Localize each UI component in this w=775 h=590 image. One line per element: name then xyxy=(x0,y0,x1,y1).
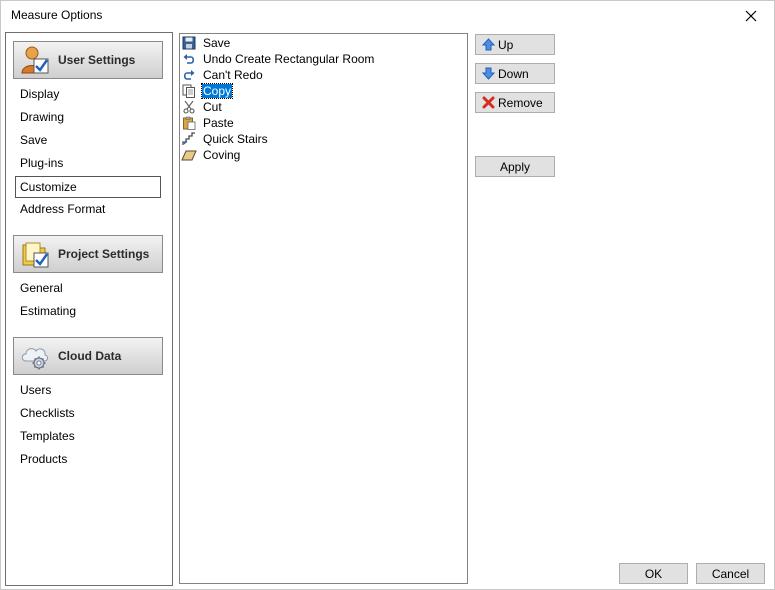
command-label: Save xyxy=(203,36,231,50)
measure-options-dialog: Measure Options User Settings Display Dr… xyxy=(0,0,775,590)
command-label: Can't Redo xyxy=(203,68,263,82)
section-label-cloud-data: Cloud Data xyxy=(58,349,122,363)
close-button[interactable] xyxy=(728,1,774,31)
ok-button-label: OK xyxy=(644,566,663,581)
command-label: Coving xyxy=(203,148,241,162)
list-item-quick-stairs[interactable]: Quick Stairs xyxy=(181,131,269,147)
command-label: Copy xyxy=(200,83,234,99)
nav-item-customize[interactable]: Customize xyxy=(15,176,161,198)
ok-button[interactable]: OK xyxy=(619,563,688,584)
nav-item-plug-ins[interactable]: Plug-ins xyxy=(20,153,63,173)
list-item-copy[interactable]: Copy xyxy=(181,83,234,99)
nav-item-drawing[interactable]: Drawing xyxy=(20,107,64,127)
section-label-project-settings: Project Settings xyxy=(58,247,150,261)
nav-item-users[interactable]: Users xyxy=(20,380,51,400)
arrow-up-icon xyxy=(481,38,495,52)
nav-item-templates[interactable]: Templates xyxy=(20,426,75,446)
up-button[interactable]: Up xyxy=(475,34,555,55)
stairs-icon xyxy=(181,131,197,147)
list-item-save[interactable]: Save xyxy=(181,35,231,51)
cloud-gear-icon xyxy=(18,339,52,373)
nav-item-checklists[interactable]: Checklists xyxy=(20,403,75,423)
command-label: Cut xyxy=(203,100,222,114)
apply-button[interactable]: Apply xyxy=(475,156,555,177)
section-header-project-settings[interactable]: Project Settings xyxy=(13,235,163,273)
remove-button-label: Remove xyxy=(498,95,543,110)
nav-item-products[interactable]: Products xyxy=(20,449,67,469)
scissors-icon xyxy=(181,99,197,115)
close-icon xyxy=(745,10,757,22)
coving-icon xyxy=(181,147,197,163)
floppy-disk-icon xyxy=(181,35,197,51)
window-title: Measure Options xyxy=(11,8,103,22)
section-header-cloud-data[interactable]: Cloud Data xyxy=(13,337,163,375)
title-bar: Measure Options xyxy=(1,1,774,31)
down-button[interactable]: Down xyxy=(475,63,555,84)
cancel-button[interactable]: Cancel xyxy=(696,563,765,584)
arrow-down-icon xyxy=(481,67,495,81)
list-item-redo[interactable]: Can't Redo xyxy=(181,67,264,83)
folder-check-icon xyxy=(18,237,52,271)
section-label-user-settings: User Settings xyxy=(58,53,136,67)
paste-icon xyxy=(181,115,197,131)
remove-button[interactable]: Remove xyxy=(475,92,555,113)
command-label: Quick Stairs xyxy=(203,132,268,146)
nav-item-address-format[interactable]: Address Format xyxy=(20,199,105,219)
settings-nav-panel: User Settings Display Drawing Save Plug-… xyxy=(5,32,173,586)
list-item-cut[interactable]: Cut xyxy=(181,99,223,115)
up-button-label: Up xyxy=(498,37,514,52)
down-button-label: Down xyxy=(498,66,529,81)
red-x-icon xyxy=(481,96,495,110)
nav-item-general[interactable]: General xyxy=(20,278,63,298)
list-item-undo[interactable]: Undo Create Rectangular Room xyxy=(181,51,375,67)
user-check-icon xyxy=(18,43,52,77)
apply-button-label: Apply xyxy=(499,159,531,174)
nav-item-save[interactable]: Save xyxy=(20,130,47,150)
command-label: Paste xyxy=(203,116,234,130)
cancel-button-label: Cancel xyxy=(711,566,750,581)
nav-item-display[interactable]: Display xyxy=(20,84,59,104)
nav-item-estimating[interactable]: Estimating xyxy=(20,301,76,321)
redo-icon xyxy=(181,67,197,83)
section-header-user-settings[interactable]: User Settings xyxy=(13,41,163,79)
copy-icon xyxy=(181,83,197,99)
toolbar-commands-list[interactable]: Save Undo Create Rectangular Room Can't … xyxy=(179,33,468,584)
undo-icon xyxy=(181,51,197,67)
list-item-paste[interactable]: Paste xyxy=(181,115,235,131)
command-label: Undo Create Rectangular Room xyxy=(203,52,375,66)
list-item-coving[interactable]: Coving xyxy=(181,147,241,163)
